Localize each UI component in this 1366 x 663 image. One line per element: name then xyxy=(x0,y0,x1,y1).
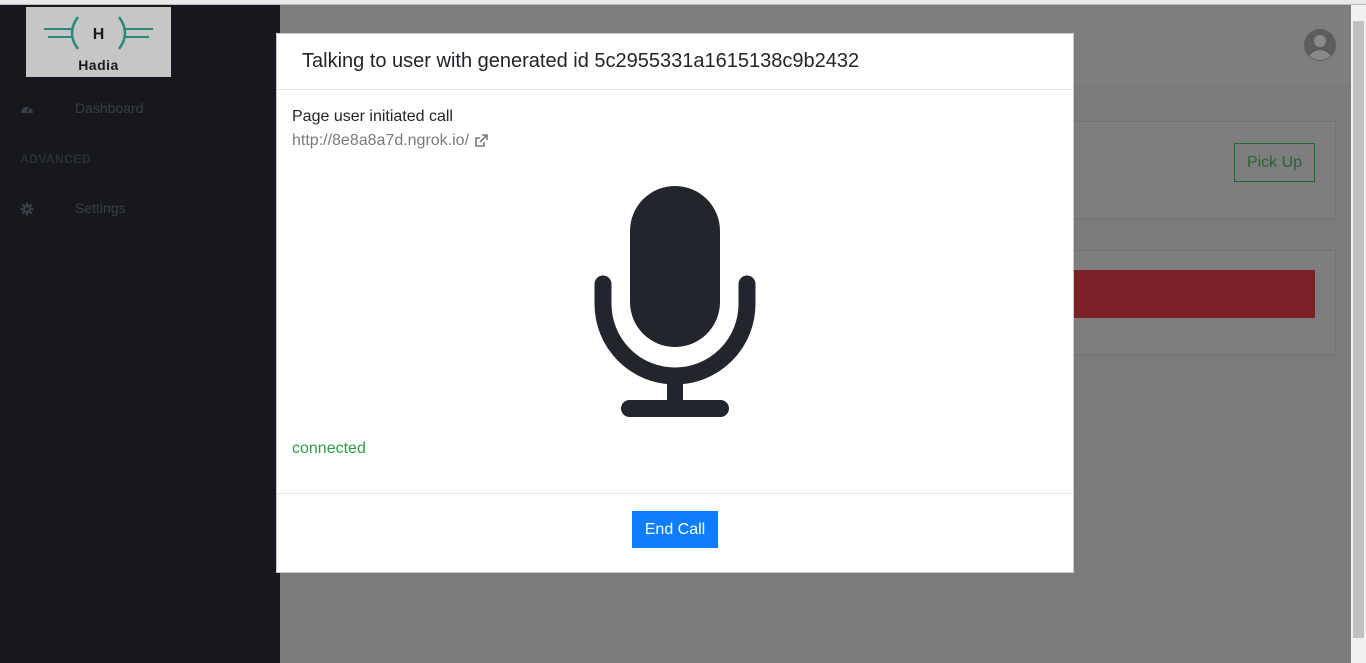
call-modal: Talking to user with generated id 5c2955… xyxy=(276,33,1074,573)
browser-top-edge xyxy=(0,0,1366,5)
svg-text:H: H xyxy=(93,26,105,43)
sidebar: H Hadia Dashboard ADVANCED Settings xyxy=(0,5,280,663)
call-origin-url[interactable]: http://8e8a8a7d.ngrok.io/ xyxy=(292,132,469,150)
call-origin-link[interactable]: http://8e8a8a7d.ngrok.io/ xyxy=(292,132,489,150)
end-call-button[interactable]: End Call xyxy=(632,511,718,548)
modal-title: Talking to user with generated id 5c2955… xyxy=(302,50,860,72)
brand-name: Hadia xyxy=(78,57,119,73)
call-status: connected xyxy=(292,440,366,457)
sidebar-item-settings[interactable]: Settings xyxy=(0,198,280,220)
gear-icon xyxy=(20,202,34,216)
external-link-icon[interactable] xyxy=(473,133,489,149)
user-avatar-icon[interactable] xyxy=(1303,28,1337,62)
modal-header: Talking to user with generated id 5c2955… xyxy=(277,34,1073,90)
microphone-icon xyxy=(594,186,756,417)
brand-logo[interactable]: H Hadia xyxy=(26,7,171,77)
sidebar-item-label: Settings xyxy=(75,200,126,216)
sidebar-item-dashboard[interactable]: Dashboard xyxy=(0,98,280,120)
scrollbar-thumb[interactable] xyxy=(1353,21,1364,638)
sidebar-section-label: ADVANCED xyxy=(20,152,92,166)
pick-up-button[interactable]: Pick Up xyxy=(1234,143,1315,182)
dashboard-icon xyxy=(21,106,33,113)
call-origin-label: Page user initiated call xyxy=(292,108,453,125)
sidebar-item-label: Dashboard xyxy=(75,100,144,116)
modal-footer: End Call xyxy=(277,493,1073,573)
alert-banner xyxy=(1073,270,1315,318)
page-scrollbar[interactable] xyxy=(1351,5,1366,663)
logo-mark-icon: H xyxy=(44,16,153,50)
